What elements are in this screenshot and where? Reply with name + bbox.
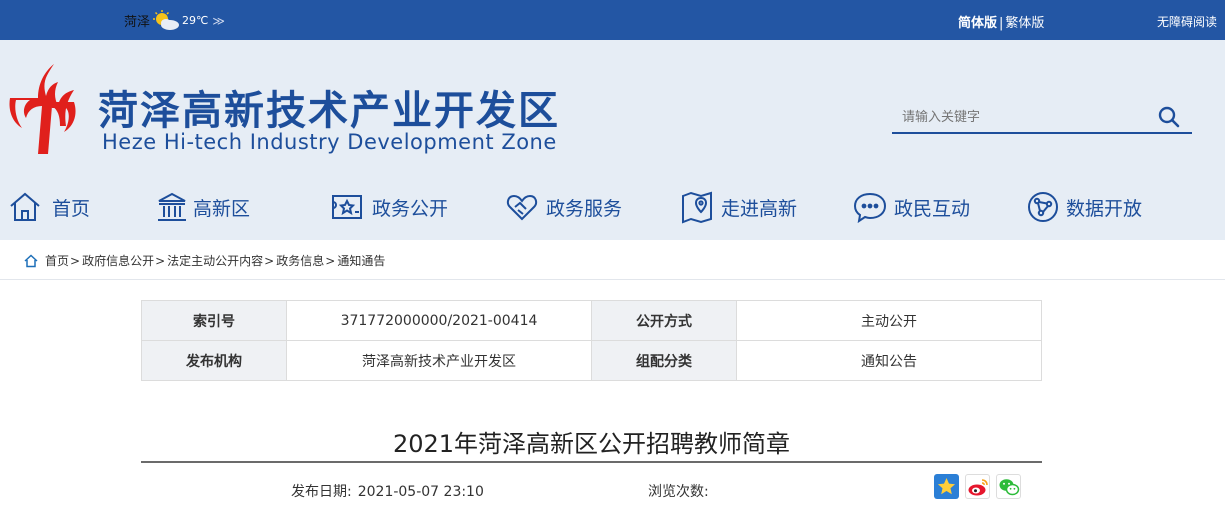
- sun-cloud-icon: [152, 9, 180, 30]
- weather-city: 菏泽: [124, 15, 151, 30]
- nav-item-gov-service[interactable]: 政务服务: [506, 185, 622, 229]
- map-pin-icon: [682, 191, 712, 224]
- category-value: 通知公告: [736, 340, 1042, 381]
- site-header: 菏泽高新技术产业开发区 Heze Hi-tech Industry Develo…: [0, 40, 1225, 240]
- weibo-icon[interactable]: [965, 474, 990, 499]
- building-icon: [158, 192, 186, 221]
- main-nav: 首页 高新区 政务公开 政务服务 走进高新 政民互动 数据开放: [0, 185, 1225, 229]
- nav-item-gov-affairs[interactable]: 政务公开: [331, 185, 448, 229]
- lang-simplified-link[interactable]: 简体版: [958, 16, 997, 31]
- title-divider: [141, 461, 1042, 463]
- publish-date-value: 2021-05-07 23:10: [357, 484, 484, 500]
- category-label: 组配分类: [591, 340, 737, 381]
- site-subtitle: Heze Hi-tech Industry Development Zone: [102, 130, 557, 154]
- nav-label: 政民互动: [894, 197, 971, 220]
- nav-label: 政务服务: [546, 197, 623, 220]
- accessibility-link[interactable]: 无障碍阅读: [1157, 13, 1217, 30]
- publish-date: 发布日期: 2021-05-07 23:10: [291, 481, 484, 501]
- weather-temp: 29℃: [182, 14, 209, 27]
- top-bar: 菏泽 29℃ ≫ 简体版 | 繁体版 无障碍阅读: [0, 0, 1225, 40]
- chat-icon: [853, 192, 887, 223]
- nav-item-interaction[interactable]: 政民互动: [853, 185, 970, 229]
- nav-label: 数据开放: [1066, 197, 1143, 220]
- search-input[interactable]: [892, 102, 1142, 132]
- weather-widget[interactable]: 菏泽 29℃ ≫: [124, 9, 225, 30]
- breadcrumb-link-gov-info[interactable]: 政府信息公开: [82, 252, 154, 269]
- nav-label: 政务公开: [372, 197, 449, 220]
- document-info-table: 索引号 371772000000/2021-00414 公开方式 主动公开 发布…: [141, 300, 1042, 381]
- site-logo[interactable]: [8, 62, 80, 156]
- qzone-icon[interactable]: [934, 474, 959, 499]
- lang-separator: |: [999, 16, 1004, 31]
- site-title: 菏泽高新技术产业开发区: [98, 88, 560, 134]
- org-label: 发布机构: [141, 340, 287, 381]
- breadcrumb-link-home[interactable]: 首页: [45, 252, 69, 269]
- view-count: 浏览次数:: [648, 481, 709, 501]
- weather-more-icon[interactable]: ≫: [212, 14, 225, 28]
- network-icon: [1028, 192, 1058, 222]
- nav-label: 高新区: [193, 197, 251, 220]
- nav-item-home[interactable]: 首页: [8, 185, 90, 229]
- org-value: 菏泽高新技术产业开发区: [286, 340, 592, 381]
- method-value: 主动公开: [736, 300, 1042, 341]
- nav-label: 首页: [52, 197, 91, 220]
- search-icon[interactable]: [1158, 106, 1180, 128]
- nav-item-visit-hitech[interactable]: 走进高新: [681, 185, 797, 229]
- publish-date-label: 发布日期:: [291, 484, 352, 500]
- home-icon: [10, 192, 40, 221]
- table-row: 发布机构 菏泽高新技术产业开发区 组配分类 通知公告: [141, 340, 1042, 381]
- method-label: 公开方式: [591, 300, 737, 341]
- index-label: 索引号: [141, 300, 287, 341]
- breadcrumb: 首页 > 政府信息公开 > 法定主动公开内容 > 政务信息 > 通知通告: [0, 240, 1225, 280]
- nav-label: 走进高新: [721, 197, 798, 220]
- breadcrumb-link-statutory[interactable]: 法定主动公开内容: [167, 252, 263, 269]
- search-bar: [892, 102, 1192, 134]
- handshake-icon: [506, 194, 538, 221]
- index-value: 371772000000/2021-00414: [286, 300, 592, 341]
- share-bar: [934, 474, 1021, 499]
- language-switch: 简体版 | 繁体版: [958, 12, 1044, 31]
- star-card-icon: [332, 195, 362, 219]
- view-count-label: 浏览次数:: [648, 484, 709, 500]
- breadcrumb-link-notice[interactable]: 通知通告: [337, 252, 385, 269]
- table-row: 索引号 371772000000/2021-00414 公开方式 主动公开: [141, 300, 1042, 341]
- nav-item-hitech-zone[interactable]: 高新区: [157, 185, 250, 229]
- lang-traditional-link[interactable]: 繁体版: [1005, 16, 1044, 31]
- wechat-icon[interactable]: [996, 474, 1021, 499]
- breadcrumb-link-gov-news[interactable]: 政务信息: [276, 252, 324, 269]
- nav-item-open-data[interactable]: 数据开放: [1027, 185, 1142, 229]
- home-icon: [24, 253, 38, 267]
- article-title: 2021年菏泽高新区公开招聘教师简章: [392, 430, 791, 458]
